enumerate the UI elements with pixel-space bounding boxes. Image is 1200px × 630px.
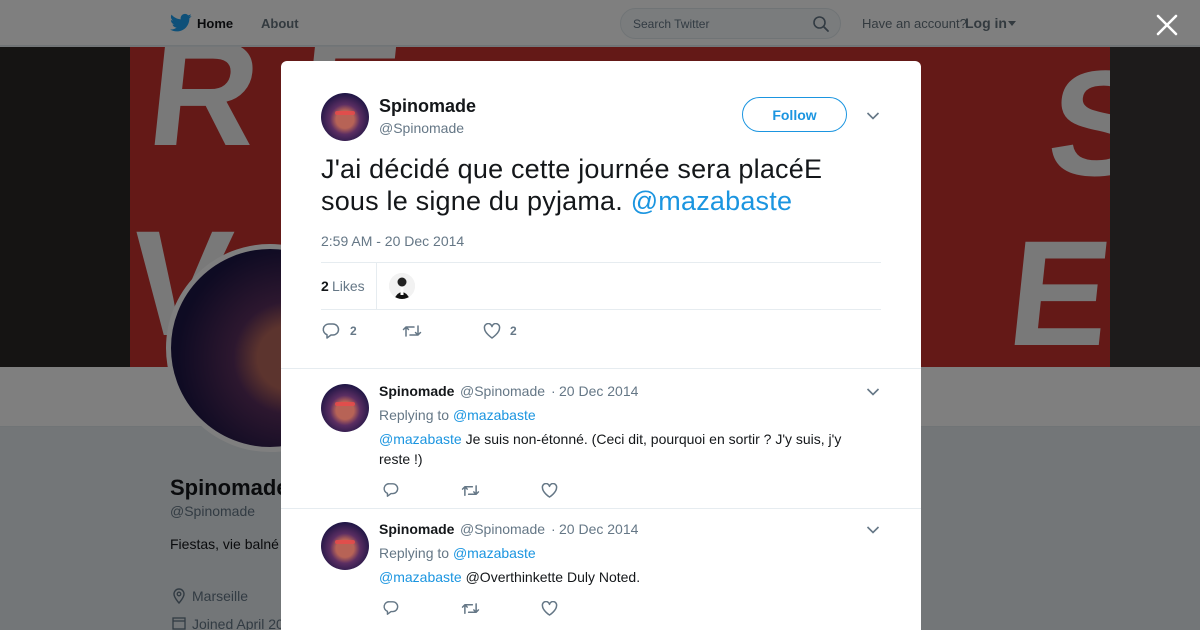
reply-icon[interactable] [322, 322, 340, 340]
reply-mention-link[interactable]: @mazabaste [379, 569, 462, 585]
replying-to: Replying to @mazabaste [379, 545, 536, 561]
reply-author-name[interactable]: Spinomade [379, 383, 454, 399]
retweet-icon[interactable] [461, 601, 480, 616]
chevron-down-icon[interactable] [866, 525, 880, 535]
reply-avatar[interactable] [321, 384, 369, 432]
author-handle[interactable]: @Spinomade [379, 120, 464, 136]
reply-text: @mazabaste @Overthinkette Duly Noted. [379, 567, 859, 587]
reply-body: @Overthinkette Duly Noted. [461, 569, 641, 585]
replying-to-link[interactable]: @mazabaste [453, 407, 536, 423]
close-icon[interactable] [1154, 12, 1180, 38]
reply-date[interactable]: 20 Dec 2014 [559, 521, 638, 537]
liker-avatar[interactable] [389, 273, 415, 299]
chevron-down-icon[interactable] [866, 387, 880, 397]
reply-date[interactable]: 20 Dec 2014 [559, 383, 638, 399]
tweet-mention-link[interactable]: @mazabaste [631, 186, 792, 216]
tweet-timestamp[interactable]: 2:59 AM - 20 Dec 2014 [321, 233, 464, 249]
tweet-stats: 2 Likes [321, 262, 881, 310]
liker-avatar-image [389, 273, 415, 299]
reply-tweet[interactable]: Spinomade @Spinomade · 20 Dec 2014 Reply… [281, 508, 921, 630]
tweet-modal: Spinomade @Spinomade Follow J'ai décidé … [281, 61, 921, 630]
tweet-text: J'ai décidé que cette journée sera placé… [321, 153, 881, 217]
replying-to-label: Replying to [379, 407, 453, 423]
like-count: 2 [510, 324, 517, 338]
reply-author-handle[interactable]: @Spinomade [460, 521, 545, 537]
author-avatar[interactable] [321, 93, 369, 141]
retweet-icon[interactable] [402, 323, 422, 339]
replying-to: Replying to @mazabaste [379, 407, 536, 423]
author-name[interactable]: Spinomade [379, 96, 476, 117]
separator-dot: · [551, 521, 556, 537]
likes-label[interactable]: Likes [332, 278, 365, 294]
reply-text: @mazabaste Je suis non-étonné. (Ceci dit… [379, 429, 859, 469]
replying-to-link[interactable]: @mazabaste [453, 545, 536, 561]
reply-mention-link[interactable]: @mazabaste [379, 431, 462, 447]
reply-count: 2 [350, 324, 357, 338]
replying-to-label: Replying to [379, 545, 453, 561]
stats-divider [376, 263, 377, 310]
reply-avatar[interactable] [321, 522, 369, 570]
retweet-icon[interactable] [461, 483, 480, 498]
heart-icon[interactable] [483, 323, 501, 339]
heart-icon[interactable] [541, 601, 558, 616]
reply-author-handle[interactable]: @Spinomade [460, 383, 545, 399]
chevron-down-icon[interactable] [866, 111, 880, 121]
likes-count[interactable]: 2 [321, 278, 329, 294]
separator-dot: · [551, 383, 556, 399]
reply-author-name[interactable]: Spinomade [379, 521, 454, 537]
reply-tweet[interactable]: Spinomade @Spinomade · 20 Dec 2014 Reply… [281, 368, 921, 508]
follow-button[interactable]: Follow [742, 97, 847, 132]
heart-icon[interactable] [541, 483, 558, 498]
reply-icon[interactable] [383, 600, 399, 616]
reply-icon[interactable] [383, 482, 399, 498]
